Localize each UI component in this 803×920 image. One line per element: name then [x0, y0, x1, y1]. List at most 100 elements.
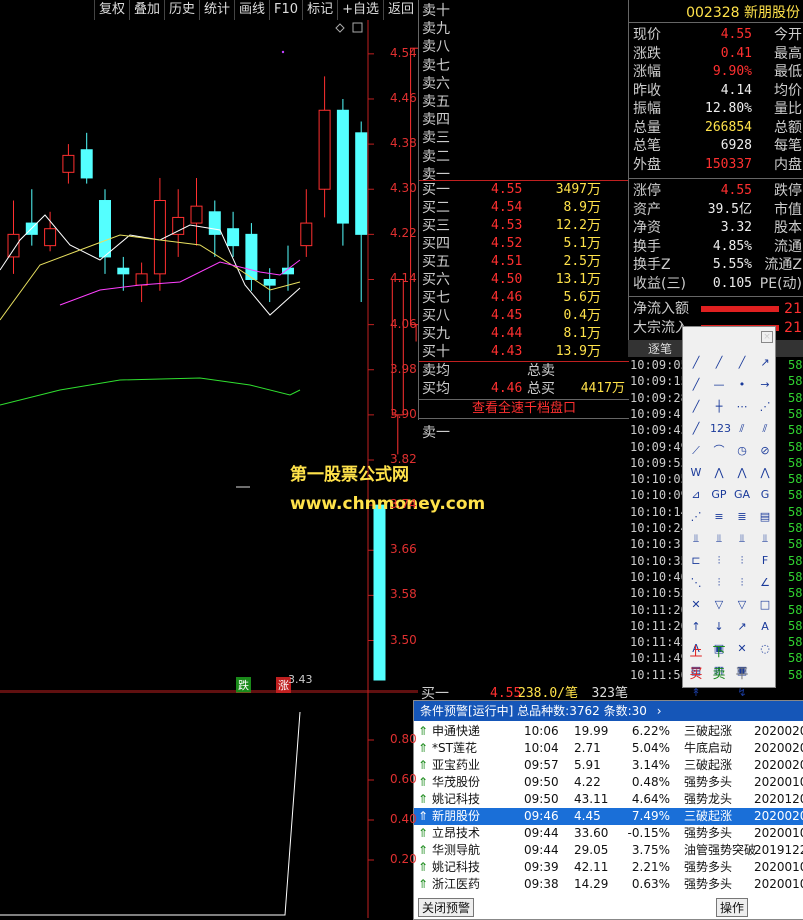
- toolbar-button-1[interactable]: 叠加: [128, 0, 164, 20]
- draw-tool-icon[interactable]: ∠: [756, 575, 774, 591]
- tool-sell[interactable]: 卖: [710, 667, 728, 683]
- drawing-toolbox[interactable]: × ╱ ╱ ╱ ↗ ╱ — • → ╱ ┼ ⋯ ⋰ ╱ 123 ⫽ ⫽ ⟋ ⌒ ◷ ⊘ W ⋀ ⋀ ⋀ ⊿ GP GA G ⋰ ≡ ≣ ▤ ⫫ ⫫…: [682, 326, 776, 699]
- draw-tool-icon[interactable]: □: [756, 597, 774, 613]
- toolbar-button-7[interactable]: +自选: [337, 0, 383, 20]
- draw-tool-icon[interactable]: ⫫: [710, 531, 728, 547]
- draw-tool-icon[interactable]: G: [756, 487, 774, 503]
- draw-tool-icon[interactable]: ◷: [733, 443, 751, 459]
- price-tick-label: 4.22: [390, 226, 417, 241]
- draw-tool-icon[interactable]: ≣: [733, 509, 751, 525]
- draw-tool-icon[interactable]: A: [756, 619, 774, 635]
- draw-tool-icon[interactable]: ╱: [687, 377, 705, 393]
- draw-tool-icon[interactable]: •: [733, 377, 751, 393]
- toolbar-button-6[interactable]: 标记: [302, 0, 337, 20]
- close-icon[interactable]: ×: [761, 331, 773, 343]
- draw-tool-icon[interactable]: ▤: [756, 509, 774, 525]
- draw-tool-icon[interactable]: ≡: [710, 509, 728, 525]
- draw-tool-icon[interactable]: ↯: [733, 685, 751, 701]
- toolbar-button-0[interactable]: 复权: [93, 0, 129, 20]
- draw-tool-icon[interactable]: ↑: [687, 619, 705, 635]
- draw-tool-icon[interactable]: ⋀: [733, 465, 751, 481]
- draw-tool-icon[interactable]: ╱: [733, 355, 751, 371]
- toolbar-button-8[interactable]: 返回: [382, 0, 418, 20]
- alert-row[interactable]: ⇑华茂股份 09:50 4.22 0.48% 强势多头 20200104: [414, 774, 803, 791]
- draw-tool-icon[interactable]: ╱: [710, 355, 728, 371]
- draw-tool-icon[interactable]: ⋯: [733, 399, 751, 415]
- draw-tool-icon[interactable]: ⊘: [756, 443, 774, 459]
- draw-tool-icon[interactable]: ⫶: [733, 575, 751, 591]
- draw-tool-icon[interactable]: ⋀: [710, 465, 728, 481]
- draw-tool-icon[interactable]: →: [756, 377, 774, 393]
- alert-row[interactable]: ⇑申通快递 10:06 19.99 6.22% 三破起涨 20200204: [414, 723, 803, 740]
- draw-tool-icon[interactable]: 123: [710, 421, 731, 437]
- draw-tool-icon[interactable]: W: [687, 465, 705, 481]
- tick-time: 10:09:05: [630, 358, 688, 372]
- draw-tool-icon[interactable]: ↟: [687, 685, 705, 701]
- draw-tool-icon[interactable]: ⟋: [687, 443, 705, 459]
- diamond-icon[interactable]: [335, 23, 345, 33]
- draw-tool-icon[interactable]: ⫽: [733, 421, 751, 437]
- alert-panel[interactable]: 条件预警[运行中] 总品种数:3762 条数:30 › 关闭预警 操作 ⇑ 申通快…: [413, 700, 803, 920]
- draw-tool-icon[interactable]: ▽: [733, 597, 751, 613]
- tool-flat[interactable]: 平: [733, 667, 751, 683]
- draw-tool-icon[interactable]: [710, 685, 728, 701]
- draw-tool-icon[interactable]: ↗: [756, 355, 774, 371]
- draw-tool-icon[interactable]: ⫶: [733, 553, 751, 569]
- draw-tool-icon[interactable]: ⋱: [687, 575, 705, 591]
- bid-label: 买九: [422, 326, 450, 342]
- draw-tool-icon[interactable]: ⊏: [687, 553, 705, 569]
- alert-row[interactable]: ⇑姚记科技 09:39 42.11 2.21% 强势多头 20200104-自: [414, 859, 803, 876]
- toolbar-button-3[interactable]: 统计: [199, 0, 234, 20]
- draw-tool-icon[interactable]: ⌒: [710, 443, 728, 459]
- alert-row[interactable]: ⇑新朋股份 09:46 4.45 7.49% 三破起涨 20200204: [414, 808, 803, 825]
- draw-tool-icon[interactable]: ⫫: [733, 531, 751, 547]
- draw-tool-icon[interactable]: —: [710, 377, 728, 393]
- alert-row[interactable]: ⇑ 华测导航 09:44 29.05 3.75% 油管强势突破 2019122: [414, 842, 803, 859]
- toolbar-button-5[interactable]: F10: [269, 0, 302, 20]
- operate-button[interactable]: 操作: [715, 898, 748, 917]
- draw-tool-icon[interactable]: ⫽: [756, 421, 774, 437]
- alert-row[interactable]: ⇑*ST莲花 10:04 2.71 5.04% 牛底启动 20200203: [414, 740, 803, 757]
- draw-tool-icon[interactable]: ✕: [687, 597, 705, 613]
- draw-tool-icon[interactable]: GP: [710, 487, 728, 503]
- draw-tool-icon[interactable]: ⫫: [687, 531, 705, 547]
- draw-tool-icon[interactable]: ⫶: [710, 553, 728, 569]
- draw-tool-icon[interactable]: ⊿: [687, 487, 705, 503]
- draw-tool-icon[interactable]: F: [756, 553, 774, 569]
- tool-up[interactable]: 上: [687, 645, 705, 661]
- tool-buy[interactable]: 买: [687, 667, 705, 683]
- toolbar-button-4[interactable]: 画线: [234, 0, 269, 20]
- candle-body: [7, 233, 20, 258]
- quote-label: 换手: [633, 238, 661, 255]
- candlestick-chart[interactable]: [0, 20, 418, 692]
- volume-chart[interactable]: [0, 692, 418, 918]
- expand-icon[interactable]: ›: [657, 704, 662, 718]
- draw-tool-icon[interactable]: [756, 685, 774, 701]
- alert-row[interactable]: ⇑浙江医药 09:38 14.29 0.63% 强势多头 20200104: [414, 876, 803, 893]
- tool-down[interactable]: 下: [710, 645, 728, 661]
- alert-row[interactable]: ⇑立昂技术 09:44 33.60 -0.15% 强势多头 20200104-自: [414, 825, 803, 842]
- draw-tool-icon[interactable]: ⋀: [756, 465, 774, 481]
- draw-tool-icon[interactable]: ╱: [687, 355, 705, 371]
- alert-row[interactable]: ⇑亚宝药业 09:57 5.91 3.14% 三破起涨 20200204: [414, 757, 803, 774]
- draw-tool-icon[interactable]: ✕: [733, 641, 751, 657]
- price-tick-label: 4.54: [390, 45, 417, 60]
- alert-row[interactable]: ⇑姚记科技 09:50 43.11 4.64% 强势龙头 2020120-自: [414, 791, 803, 808]
- close-alert-button[interactable]: 关闭预警: [418, 898, 475, 917]
- draw-tool-icon[interactable]: ⋰: [756, 399, 774, 415]
- full-depth-link[interactable]: 查看全速千档盘口: [419, 399, 629, 419]
- draw-tool-icon[interactable]: GA: [733, 487, 751, 503]
- draw-tool-icon[interactable]: ⫶: [710, 575, 728, 591]
- draw-tool-icon[interactable]: ╱: [687, 399, 705, 415]
- draw-tool-icon[interactable]: [756, 663, 774, 679]
- ask-level: 卖七: [419, 57, 629, 75]
- draw-tool-icon[interactable]: ┼: [710, 399, 728, 415]
- draw-tool-icon[interactable]: ⋰: [687, 509, 705, 525]
- draw-tool-icon[interactable]: ◌: [756, 641, 774, 657]
- draw-tool-icon[interactable]: ⫫: [756, 531, 774, 547]
- draw-tool-icon[interactable]: ↓: [710, 619, 728, 635]
- draw-tool-icon[interactable]: ▽: [710, 597, 728, 613]
- draw-tool-icon[interactable]: ╱: [687, 421, 705, 437]
- toolbar-button-2[interactable]: 历史: [163, 0, 199, 20]
- draw-tool-icon[interactable]: ↗: [733, 619, 751, 635]
